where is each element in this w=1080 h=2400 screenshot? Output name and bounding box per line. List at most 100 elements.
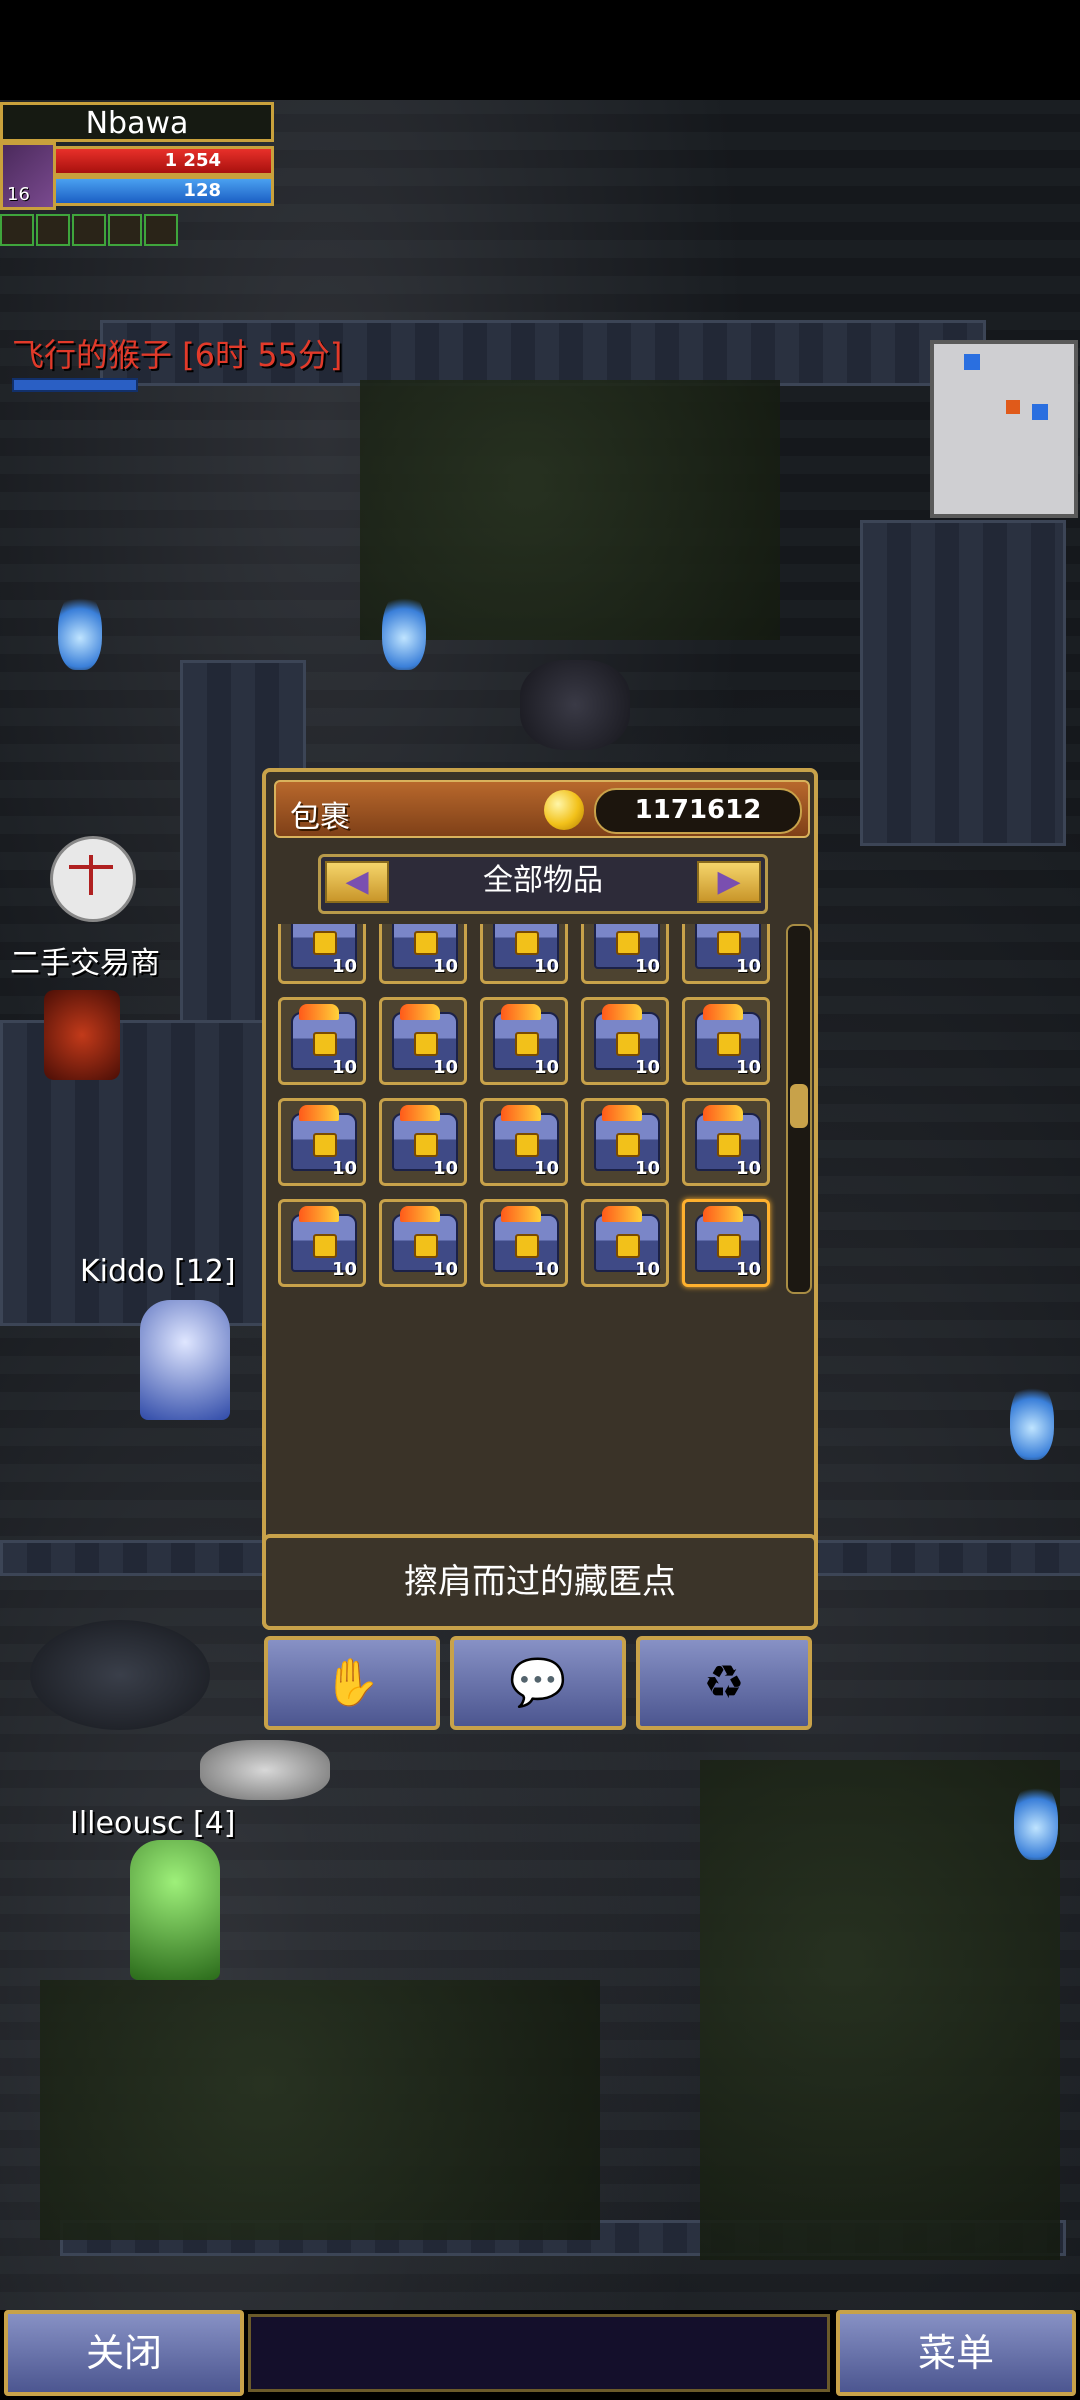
inventory-slot[interactable]: 10 bbox=[480, 997, 568, 1085]
inventory-slot[interactable]: 10 bbox=[278, 1098, 366, 1186]
map-marker-icon bbox=[1032, 404, 1048, 420]
mp-bar: 128 bbox=[56, 176, 274, 206]
buff-icon[interactable] bbox=[0, 214, 34, 246]
inventory-slot[interactable]: 10 bbox=[379, 997, 467, 1085]
item-quantity: 10 bbox=[432, 956, 458, 977]
item-quantity: 10 bbox=[634, 956, 660, 977]
item-quantity: 10 bbox=[533, 1158, 559, 1179]
prev-category-arrow-icon[interactable]: ◀ bbox=[325, 861, 389, 903]
target-health-bar bbox=[12, 378, 138, 392]
speech-bubble-arrow-icon: 💬 bbox=[509, 1655, 567, 1709]
menu-button[interactable]: 菜单 bbox=[836, 2310, 1076, 2396]
inventory-slot[interactable]: 10 bbox=[278, 997, 366, 1085]
item-quantity: 10 bbox=[331, 956, 357, 977]
inventory-scrollbar[interactable] bbox=[786, 924, 812, 1294]
trade-item-button[interactable]: 💬 bbox=[450, 1636, 626, 1730]
next-category-arrow-icon[interactable]: ▶ bbox=[697, 861, 761, 903]
grass-patch bbox=[40, 1980, 600, 2240]
hp-bar: 1 254 bbox=[56, 146, 274, 176]
buff-icon[interactable] bbox=[72, 214, 106, 246]
item-quantity: 10 bbox=[331, 1057, 357, 1078]
chest-flame-icon bbox=[501, 1105, 541, 1121]
player-level: 16 bbox=[7, 184, 30, 205]
item-description: 擦肩而过的藏匿点 bbox=[262, 1534, 818, 1630]
castle-wall bbox=[860, 520, 1066, 846]
item-quantity: 10 bbox=[735, 1158, 761, 1179]
buff-icon[interactable] bbox=[36, 214, 70, 246]
chest-flame-icon bbox=[703, 1206, 743, 1222]
inventory-slot[interactable]: 10 bbox=[682, 1199, 770, 1287]
illeousc-name-label: Illeousc [4] bbox=[70, 1806, 236, 1841]
item-quantity: 10 bbox=[331, 1259, 357, 1280]
chest-flame-icon bbox=[602, 1004, 642, 1020]
chest-flame-icon bbox=[501, 1206, 541, 1222]
inventory-slot[interactable]: 10 bbox=[480, 1199, 568, 1287]
target-name[interactable]: 飞行的猴子 [6时 55分] bbox=[12, 330, 342, 376]
chest-flame-icon bbox=[400, 1004, 440, 1020]
chat-bar[interactable] bbox=[248, 2314, 830, 2392]
illeousc-character[interactable] bbox=[130, 1840, 220, 1980]
blue-flame-torch bbox=[382, 590, 426, 670]
chest-flame-icon bbox=[299, 1206, 339, 1222]
scales-icon[interactable] bbox=[50, 836, 136, 922]
inventory-slot[interactable]: 10 bbox=[581, 997, 669, 1085]
player-status-panel[interactable]: Nbawa 16 1 254 128 bbox=[0, 102, 274, 246]
blue-flame-torch bbox=[58, 590, 102, 670]
inventory-slot[interactable]: 10 bbox=[480, 1098, 568, 1186]
chest-flame-icon bbox=[602, 1206, 642, 1222]
item-quantity: 10 bbox=[735, 1057, 761, 1078]
wolf-creature[interactable] bbox=[200, 1740, 330, 1800]
inventory-slot[interactable]: 10 bbox=[682, 997, 770, 1085]
bear-creature[interactable] bbox=[30, 1620, 210, 1730]
buff-bar bbox=[0, 214, 274, 246]
item-quantity: 10 bbox=[533, 956, 559, 977]
inventory-slot[interactable]: 10 bbox=[581, 1199, 669, 1287]
item-quantity: 10 bbox=[432, 1259, 458, 1280]
category-label: 全部物品 bbox=[483, 863, 603, 898]
trader-name-label: 二手交易商 bbox=[10, 946, 160, 981]
player-portrait[interactable]: 16 bbox=[0, 142, 56, 210]
inventory-slot[interactable]: 10 bbox=[278, 924, 366, 984]
item-quantity: 10 bbox=[634, 1057, 660, 1078]
item-quantity: 10 bbox=[634, 1158, 660, 1179]
inventory-slot[interactable]: 10 bbox=[682, 1098, 770, 1186]
dark-creature[interactable] bbox=[520, 660, 630, 750]
inventory-slot[interactable]: 10 bbox=[581, 924, 669, 984]
grass-patch bbox=[700, 1760, 1060, 2260]
player-name: Nbawa bbox=[0, 102, 274, 142]
minimap[interactable] bbox=[930, 340, 1078, 518]
chest-flame-icon bbox=[400, 1105, 440, 1121]
inventory-title: 包裹 bbox=[290, 800, 350, 835]
inventory-grid: 10 10 10 10 10 10 10 10 10 10 10 10 10 10 10 10 10 10 10 10… bbox=[278, 924, 776, 1296]
close-button[interactable]: 关闭 bbox=[4, 2310, 244, 2396]
discard-item-button[interactable]: ♻ bbox=[636, 1636, 812, 1730]
scrollbar-thumb[interactable] bbox=[790, 1084, 808, 1128]
inventory-slot[interactable]: 10 bbox=[379, 924, 467, 984]
map-marker-icon bbox=[964, 354, 980, 370]
item-quantity: 10 bbox=[432, 1057, 458, 1078]
chest-flame-icon bbox=[602, 1105, 642, 1121]
buff-icon[interactable] bbox=[144, 214, 178, 246]
chest-flame-icon bbox=[299, 1105, 339, 1121]
inventory-slot[interactable]: 10 bbox=[480, 924, 568, 984]
inventory-slot[interactable]: 10 bbox=[379, 1199, 467, 1287]
inventory-slot[interactable]: 10 bbox=[278, 1199, 366, 1287]
recycle-bin-icon: ♻ bbox=[703, 1655, 745, 1709]
kiddo-character[interactable] bbox=[140, 1300, 230, 1420]
inventory-actions: ✋ 💬 ♻ bbox=[264, 1636, 816, 1730]
trader-npc[interactable] bbox=[44, 990, 120, 1080]
inventory-slot[interactable]: 10 bbox=[682, 924, 770, 984]
inventory-slot[interactable]: 10 bbox=[379, 1098, 467, 1186]
item-quantity: 10 bbox=[432, 1158, 458, 1179]
item-quantity: 10 bbox=[634, 1259, 660, 1280]
chest-flame-icon bbox=[400, 1206, 440, 1222]
use-item-button[interactable]: ✋ bbox=[264, 1636, 440, 1730]
item-quantity: 10 bbox=[331, 1158, 357, 1179]
inventory-window: 包裹 1171612 ◀ 全部物品 ▶ 10 10 10 10 10 10 10 10 10 10… bbox=[262, 768, 818, 1630]
chest-flame-icon bbox=[703, 1004, 743, 1020]
inventory-slot[interactable]: 10 bbox=[581, 1098, 669, 1186]
blue-flame-torch bbox=[1014, 1780, 1058, 1860]
item-quantity: 10 bbox=[533, 1057, 559, 1078]
chest-flame-icon bbox=[703, 1105, 743, 1121]
buff-icon[interactable] bbox=[108, 214, 142, 246]
